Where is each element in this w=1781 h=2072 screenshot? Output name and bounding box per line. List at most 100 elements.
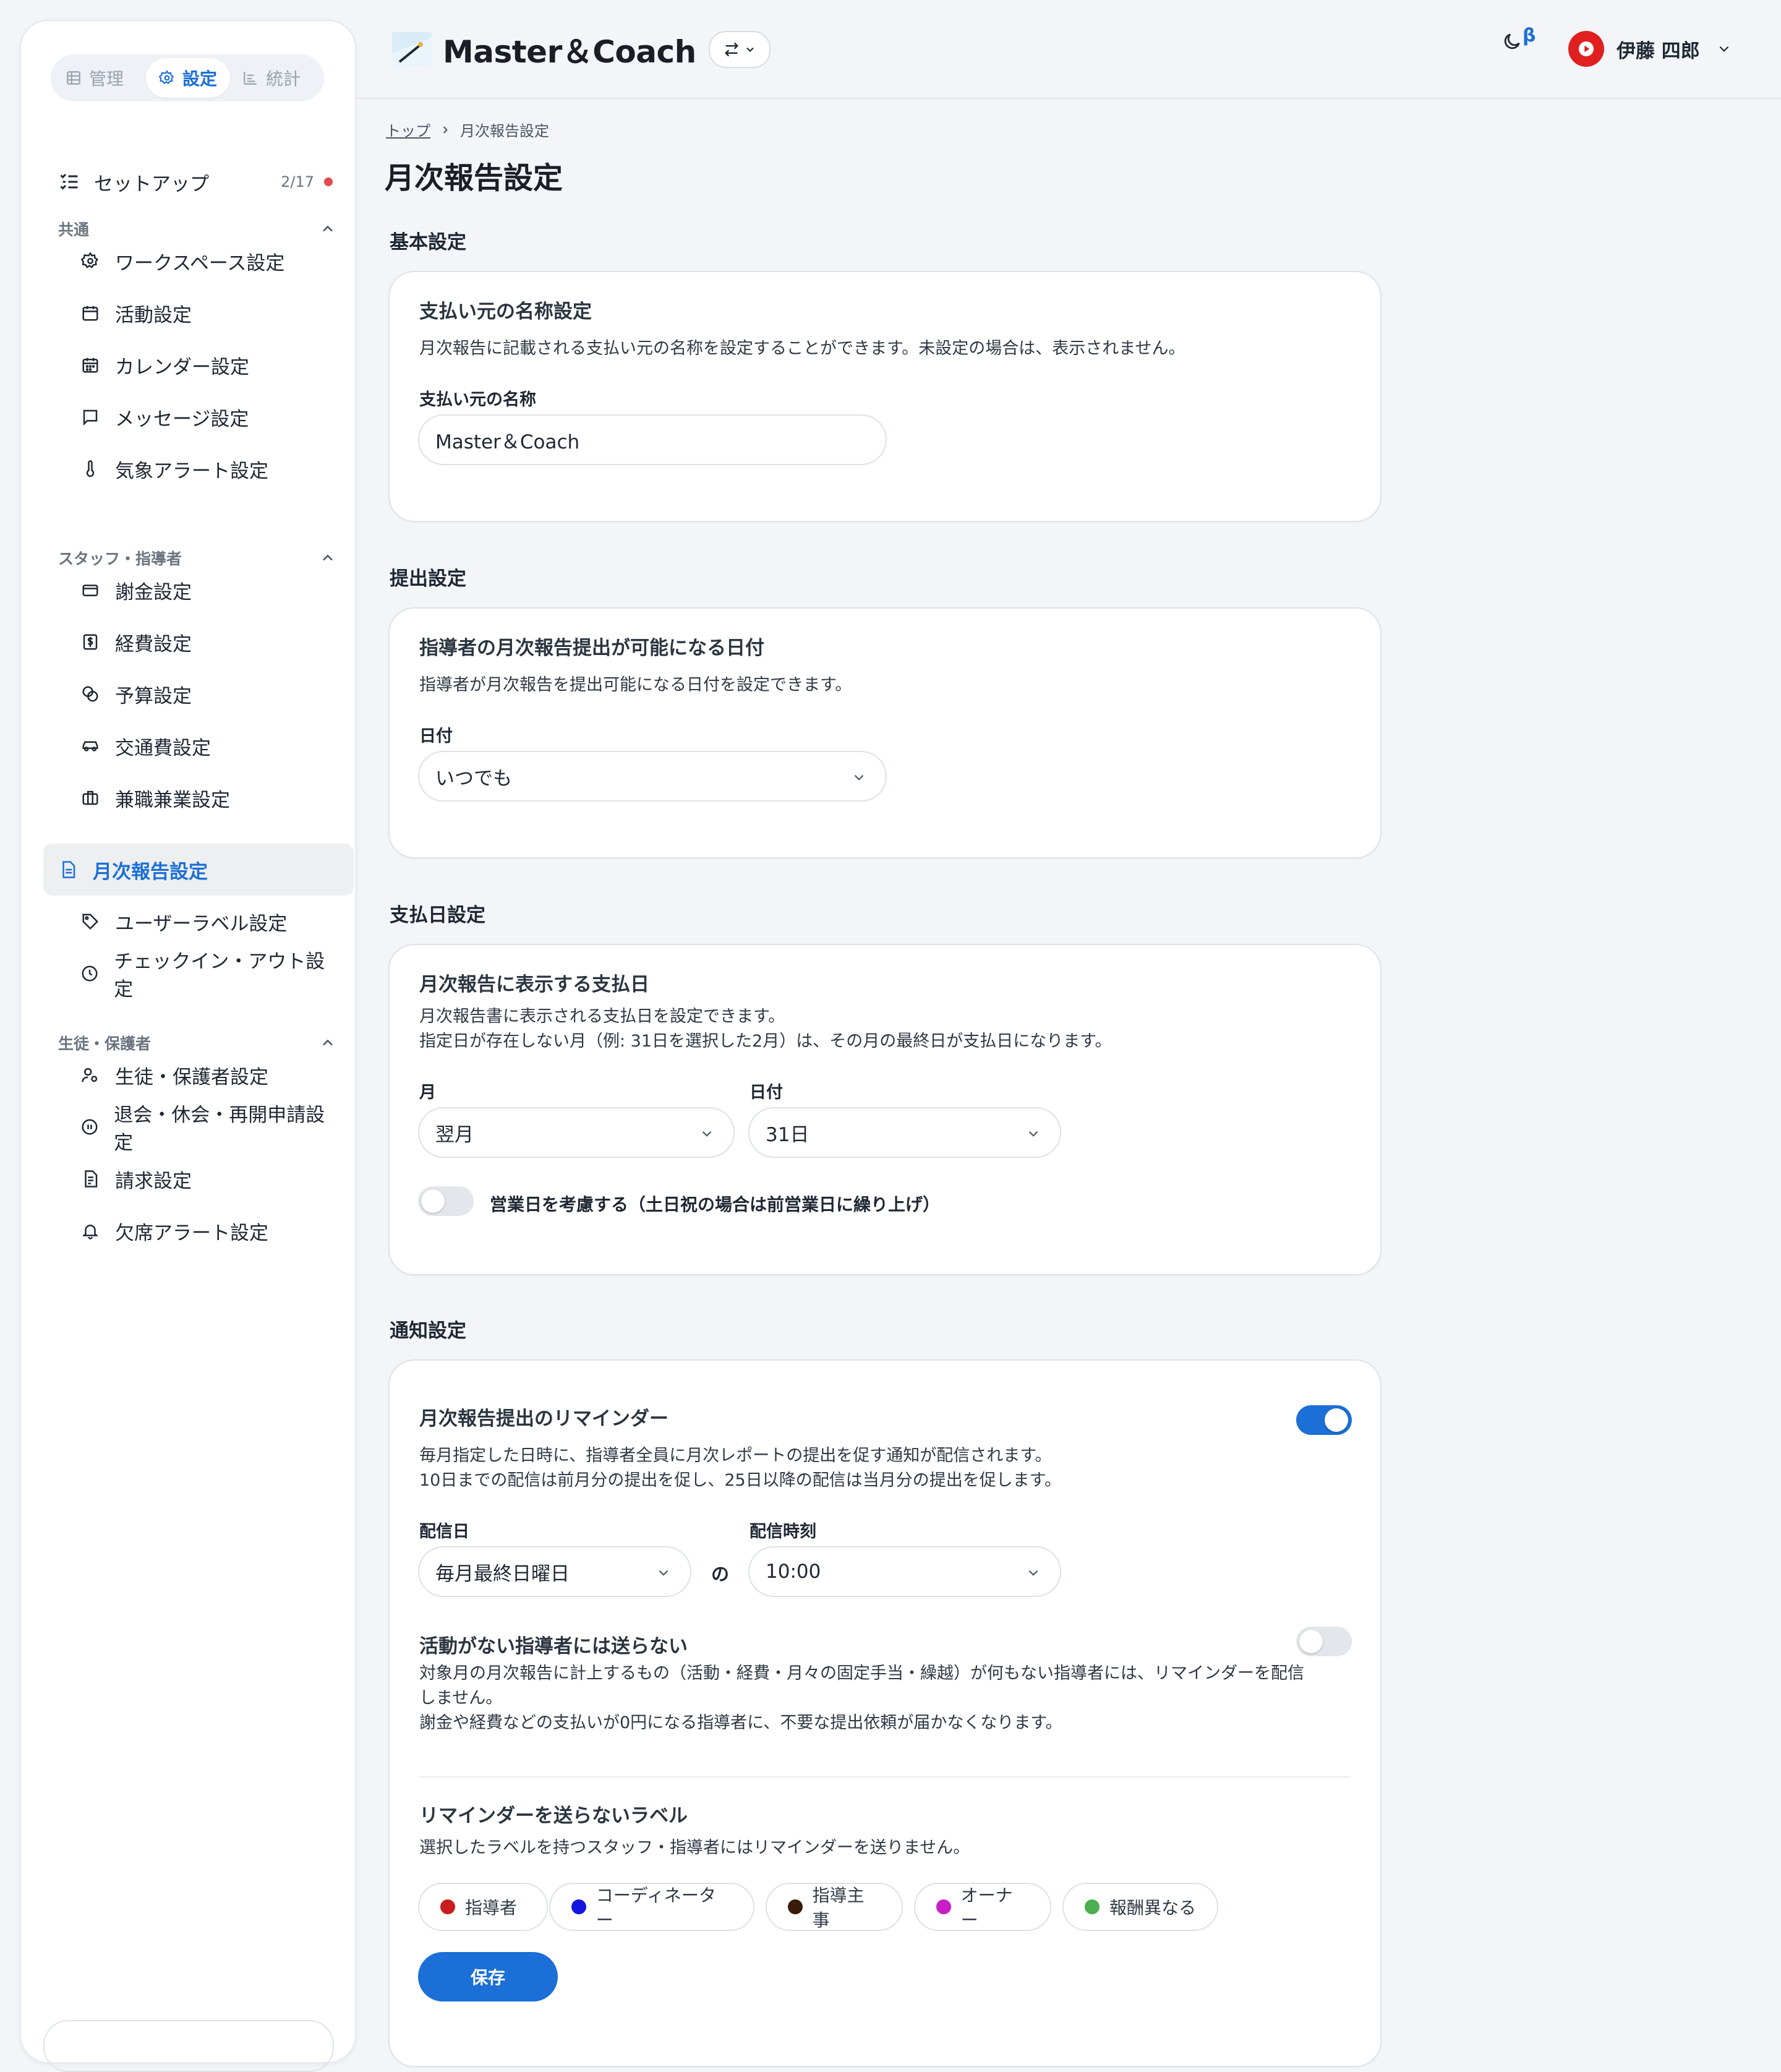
sidebar-item-budget[interactable]: 予算設定 [43, 668, 333, 720]
sidebar-item-label: 欠席アラート設定 [115, 1222, 268, 1244]
top-bar: Master＆Coach β 伊藤 四郎 [355, 0, 1781, 99]
calendar-grid-icon [79, 354, 101, 376]
label-chip-text: 指導者 [465, 1898, 518, 1918]
sidebar-item-sidejob[interactable]: 兼職兼業設定 [43, 772, 333, 824]
delivery-time-select[interactable]: 10:00 [748, 1546, 1061, 1597]
label-color-dot [788, 1899, 803, 1914]
workspace-switch-button[interactable] [708, 31, 771, 68]
sidebar-item-transport[interactable]: 交通費設定 [43, 720, 333, 772]
setup-label: セットアップ [94, 173, 209, 195]
tab-stats[interactable]: 統計 [242, 58, 301, 98]
mode-switcher: 管理 設定 統計 [51, 54, 324, 101]
sidebar-item-activity[interactable]: 活動設定 [43, 287, 333, 339]
label-chip[interactable]: 報酬異なる [1062, 1883, 1218, 1931]
grid-icon [66, 70, 82, 86]
card-description-2: 指定日が存在しない月（例: 31日を選択した2月）は、その月の最終日が支払日にな… [419, 1032, 1112, 1051]
delivery-day-value: 毎月最終日曜日 [435, 1562, 570, 1585]
sidebar-item-label: ユーザーラベル設定 [115, 912, 288, 935]
tab-settings[interactable]: 設定 [146, 58, 230, 98]
delivery-day-select[interactable]: 毎月最終日曜日 [418, 1546, 691, 1597]
tab-manage[interactable]: 管理 [66, 58, 124, 98]
toggle-knob [1325, 1408, 1348, 1432]
sidebar-item-students[interactable]: 生徒・保護者設定 [43, 1049, 333, 1101]
brand-title: Master＆Coach [443, 34, 696, 70]
reminder-toggle[interactable] [1296, 1405, 1352, 1435]
label-chip-text: 報酬異なる [1109, 1898, 1197, 1918]
card-title: 指導者の月次報告提出が可能になる日付 [419, 637, 764, 659]
sidebar-item-weather[interactable]: 気象アラート設定 [43, 443, 333, 495]
chevron-down-icon [656, 1565, 672, 1581]
label-chip-text: コーディネーター [596, 1885, 716, 1930]
label-chip[interactable]: 指導主事 [766, 1883, 903, 1931]
inactive-toggle[interactable] [1296, 1627, 1352, 1656]
card-payer-name: 支払い元の名称設定 月次報告に記載される支払い元の名称を設定することができます。… [388, 271, 1382, 522]
receipt-icon [79, 631, 101, 653]
sidebar-footer-button[interactable] [43, 2020, 334, 2072]
toggle-knob [421, 1189, 445, 1213]
setup-link[interactable]: セットアップ 2/17 [58, 163, 336, 200]
gear-icon [79, 250, 101, 272]
delivery-time-label: 配信時刻 [750, 1522, 816, 1541]
moon-icon [1501, 31, 1523, 52]
breadcrumb-home[interactable]: トップ [386, 119, 430, 140]
toggle-knob [1299, 1630, 1323, 1653]
card-icon [79, 579, 101, 601]
sidebar-item-expense[interactable]: 経費設定 [43, 616, 333, 668]
label-color-dot [936, 1899, 951, 1914]
sidebar-item-monthly-report[interactable]: 月次報告設定 [43, 844, 354, 896]
user-menu[interactable]: 伊藤 四郎 [1568, 31, 1732, 67]
payday-month-select[interactable]: 翌月 [418, 1107, 735, 1158]
theme-toggle[interactable]: β [1501, 25, 1535, 52]
delivery-time-value: 10:00 [766, 1560, 821, 1583]
payer-name-input[interactable]: Master＆Coach [418, 414, 887, 465]
logo-icon [392, 31, 432, 68]
sidebar-item-label: メッセージ設定 [115, 408, 249, 430]
sidebar-item-user-label[interactable]: ユーザーラベル設定 [43, 896, 333, 948]
inactive-description-3: 謝金や経費などの支払いが0円になる指導者に、不要な提出依頼が届かなくなります。 [419, 1713, 1062, 1732]
divider [419, 1776, 1351, 1778]
connector-text: の [711, 1564, 730, 1585]
label-chip[interactable]: オーナー [914, 1883, 1051, 1931]
label-chip[interactable]: コーディネーター [549, 1883, 754, 1931]
tag-icon [79, 910, 101, 933]
label-chip[interactable]: 指導者 [418, 1883, 548, 1931]
chevron-down-icon [744, 43, 756, 56]
payday-day-select[interactable]: 31日 [748, 1107, 1061, 1158]
sidebar-item-label: 気象アラート設定 [115, 460, 268, 482]
card-payday: 月次報告に表示する支払日 月次報告書に表示される支払日を設定できます。 指定日が… [388, 944, 1382, 1275]
chevron-down-icon [699, 1126, 715, 1142]
sidebar-item-message[interactable]: メッセージ設定 [43, 391, 333, 443]
card-description-2: 10日までの配信は前月分の提出を促し、25日以降の配信は当月分の提出を促します。 [419, 1471, 1062, 1490]
chevron-down-icon [1025, 1126, 1041, 1142]
breadcrumb: トップ 月次報告設定 [386, 119, 549, 140]
field-label: 支払い元の名称 [419, 390, 536, 409]
label-color-dot [440, 1899, 455, 1914]
save-button[interactable]: 保存 [418, 1952, 558, 2001]
chart-icon [242, 70, 258, 86]
gear-icon [158, 70, 175, 86]
brand[interactable]: Master＆Coach [392, 27, 771, 72]
card-title: 支払い元の名称設定 [419, 301, 592, 323]
payer-name-value: Master＆Coach [435, 430, 580, 453]
submission-date-select[interactable]: いつでも [418, 751, 887, 802]
label-chip-text: 指導主事 [812, 1885, 865, 1930]
sidebar-item-honorarium[interactable]: 謝金設定 [43, 564, 333, 616]
sidebar-item-billing[interactable]: 請求設定 [43, 1153, 333, 1205]
sidebar-item-calendar[interactable]: カレンダー設定 [43, 339, 333, 391]
sidebar-item-withdrawal[interactable]: 退会・休会・再開申請設定 [43, 1101, 333, 1154]
business-day-toggle[interactable] [418, 1186, 474, 1216]
month-label: 月 [419, 1083, 436, 1102]
sidebar-item-label: 兼職兼業設定 [115, 789, 230, 811]
briefcase-icon [79, 787, 101, 809]
chevron-right-icon [439, 124, 451, 136]
sidebar-item-absence-alert[interactable]: 欠席アラート設定 [43, 1205, 333, 1257]
sidebar-item-label: 活動設定 [115, 304, 192, 327]
card-description: 指導者が月次報告を提出可能になる日付を設定できます。 [419, 675, 852, 695]
sidebar-item-checkin[interactable]: チェックイン・アウト設定 [43, 948, 333, 1001]
labels-title: リマインダーを送らないラベル [419, 1805, 688, 1827]
sidebar-item-label: チェックイン・アウト設定 [114, 951, 325, 1001]
bell-icon [79, 1220, 101, 1242]
card-submission-date: 指導者の月次報告提出が可能になる日付 指導者が月次報告を提出可能になる日付を設定… [388, 607, 1382, 858]
card-description: 月次報告に記載される支払い元の名称を設定することができます。未設定の場合は、表示… [419, 339, 1185, 358]
sidebar-item-workspace[interactable]: ワークスペース設定 [43, 235, 333, 287]
